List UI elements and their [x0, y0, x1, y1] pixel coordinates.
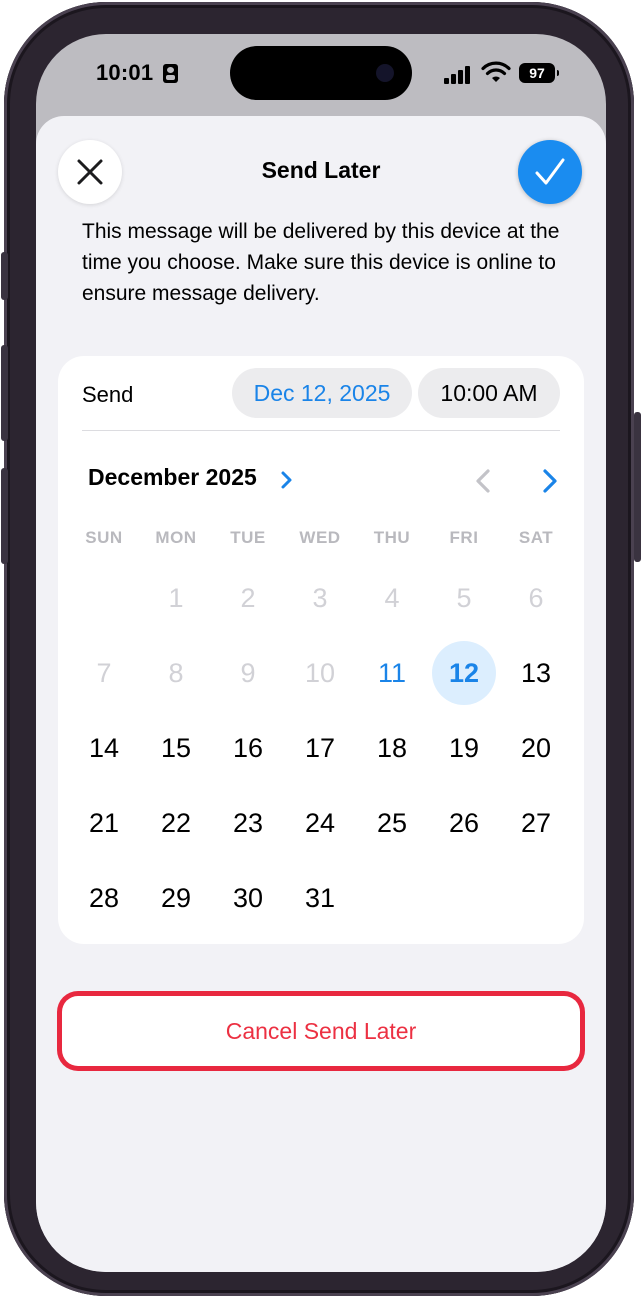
weekday-label: SAT: [518, 528, 554, 547]
next-month-button[interactable]: [532, 464, 566, 498]
dynamic-island: [230, 46, 412, 100]
camera-icon: [376, 64, 394, 82]
send-label: Send: [82, 382, 134, 407]
send-later-sheet: Send Later This message will be delivere…: [36, 116, 606, 1272]
calendar-day[interactable]: 23: [216, 791, 280, 855]
power-button: [634, 412, 641, 562]
checkmark-icon: [535, 158, 565, 185]
calendar-day: 4: [384, 583, 400, 613]
calendar-day: 7: [96, 658, 112, 688]
cancel-send-later-button[interactable]: Cancel Send Later: [62, 996, 580, 1066]
status-time: 10:01: [96, 60, 154, 85]
volume-down-button: [1, 468, 8, 564]
calendar-day: 1: [168, 583, 184, 613]
calendar-day: 10: [304, 658, 336, 688]
weekday-label: THU: [373, 528, 411, 547]
previous-month-button[interactable]: [468, 464, 502, 498]
weekday-label: MON: [155, 528, 197, 547]
divider: [82, 430, 560, 431]
chevron-right-icon: [543, 469, 557, 493]
battery-indicator: 97: [519, 63, 559, 83]
month-year-button[interactable]: December 2025: [88, 464, 257, 491]
calendar-day[interactable]: 26: [432, 791, 496, 855]
calendar-day[interactable]: 15: [144, 716, 208, 780]
calendar-day[interactable]: 30: [216, 866, 280, 930]
screen: 10:01 97 Send Later This message will be…: [36, 34, 606, 1272]
calendar-day[interactable]: 18: [360, 716, 424, 780]
delivery-description: This message will be delivered by this d…: [82, 220, 560, 305]
contact-card-icon: [163, 64, 178, 83]
cellular-signal-icon: [444, 64, 474, 84]
calendar-day: 6: [528, 583, 544, 613]
weekday-label: FRI: [449, 528, 479, 547]
calendar-day[interactable]: 28: [72, 866, 136, 930]
calendar-day[interactable]: 20: [504, 716, 568, 780]
calendar-day[interactable]: 19: [432, 716, 496, 780]
time-picker-button[interactable]: 10:00 AM: [418, 368, 560, 418]
calendar-day[interactable]: 25: [360, 791, 424, 855]
calendar-day[interactable]: 13: [504, 641, 568, 705]
calendar-day: 3: [312, 583, 328, 613]
confirm-button[interactable]: [518, 140, 582, 204]
calendar-day[interactable]: 29: [144, 866, 208, 930]
schedule-card: Send Dec 12, 2025 10:00 AM December 2025…: [58, 356, 584, 944]
action-button: [1, 252, 8, 300]
chevron-left-icon: [476, 469, 490, 493]
calendar-day[interactable]: 22: [144, 791, 208, 855]
calendar-day[interactable]: 27: [504, 791, 568, 855]
wifi-icon: [481, 61, 511, 82]
volume-up-button: [1, 345, 8, 441]
calendar-day[interactable]: 17: [288, 716, 352, 780]
weekday-header: SUN MON TUE WED THU FRI SAT: [68, 528, 572, 552]
calendar-day[interactable]: 21: [72, 791, 136, 855]
calendar-day-selected[interactable]: 12: [432, 641, 496, 705]
calendar-day[interactable]: 11: [360, 641, 424, 705]
calendar-day[interactable]: 14: [72, 716, 136, 780]
calendar-day[interactable]: 24: [288, 791, 352, 855]
calendar-day: 2: [240, 583, 256, 613]
chevron-right-icon[interactable]: [280, 470, 294, 490]
weekday-label: SUN: [85, 528, 123, 547]
calendar-day: 8: [168, 658, 184, 688]
date-picker-button[interactable]: Dec 12, 2025: [232, 368, 412, 418]
calendar-day: 5: [456, 583, 472, 613]
calendar-day[interactable]: 16: [216, 716, 280, 780]
status-bar: 10:01 97: [36, 34, 606, 114]
weekday-label: WED: [299, 528, 341, 547]
weekday-label: TUE: [230, 528, 266, 547]
calendar-day[interactable]: 31: [288, 866, 352, 930]
calendar-day: 9: [240, 658, 256, 688]
